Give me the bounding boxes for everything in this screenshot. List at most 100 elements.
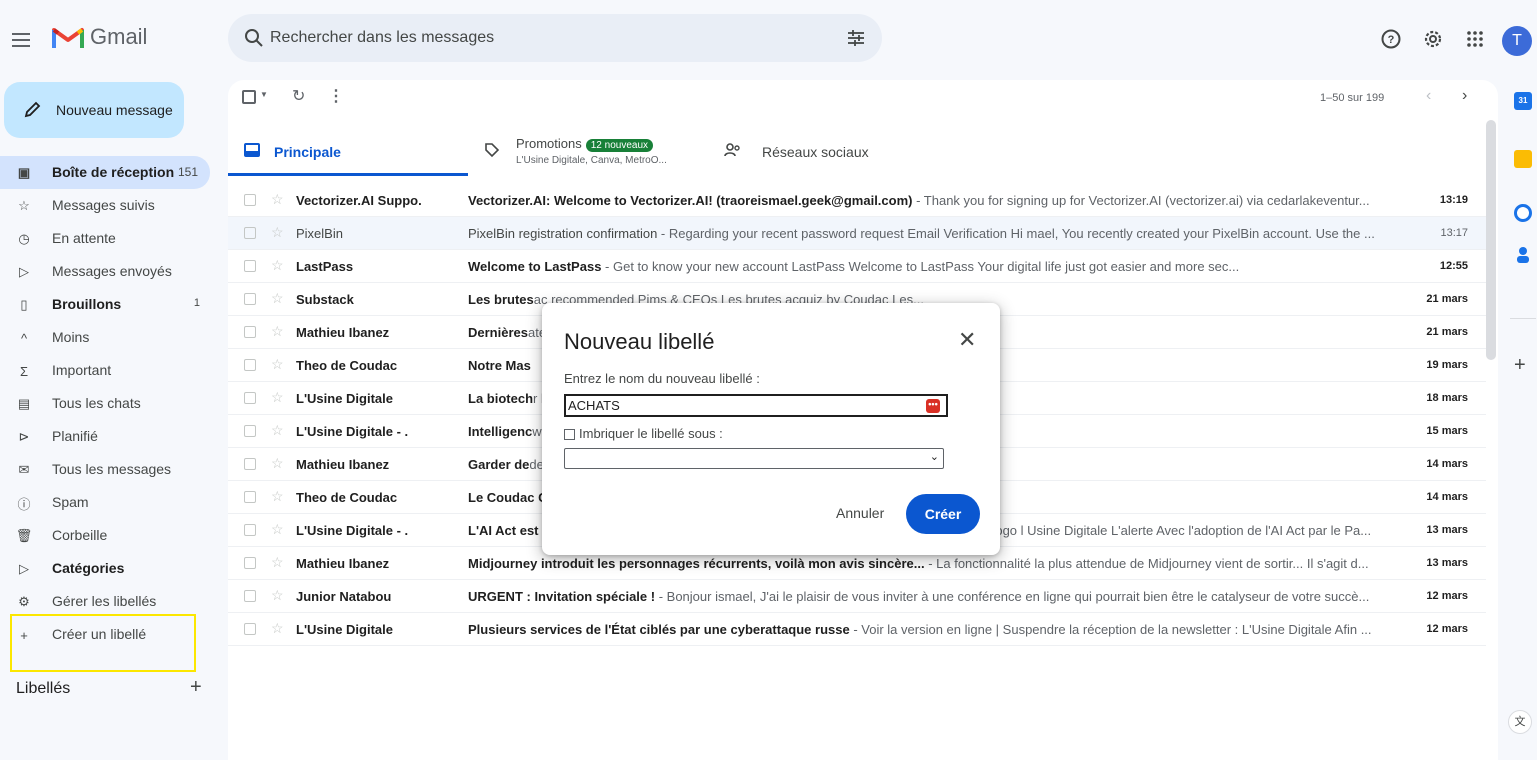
row-checkbox[interactable] bbox=[244, 194, 256, 206]
get-addons-plus-icon[interactable]: + bbox=[1514, 354, 1526, 377]
email-row[interactable]: ☆ Vectorizer.AI Suppo. Vectorizer.AI: Welc… bbox=[228, 184, 1486, 217]
keep-icon[interactable] bbox=[1514, 150, 1532, 168]
account-avatar[interactable]: T bbox=[1502, 26, 1532, 56]
nest-label-checkbox[interactable] bbox=[564, 429, 575, 440]
email-date: 21 mars bbox=[1426, 326, 1468, 338]
sidebar-item-snoozed[interactable]: ◷ En attente bbox=[0, 222, 212, 255]
sidebar-item-scheduled[interactable]: ⊳ Planifié bbox=[0, 420, 212, 453]
star-icon[interactable]: ☆ bbox=[271, 290, 284, 307]
sidebar-item-inbox[interactable]: ▣ Boîte de réception 151 bbox=[0, 156, 210, 189]
star-icon[interactable]: ☆ bbox=[271, 554, 284, 571]
tab-promotions[interactable]: Promotions 12 nouveaux L'Usine Digitale, … bbox=[468, 128, 708, 176]
row-checkbox[interactable] bbox=[244, 392, 256, 404]
star-icon[interactable]: ☆ bbox=[271, 620, 284, 637]
search-bar[interactable]: Rechercher dans les messages bbox=[228, 14, 882, 62]
settings-gear-icon[interactable] bbox=[1422, 28, 1444, 50]
email-date: 12 mars bbox=[1426, 590, 1468, 602]
star-icon[interactable]: ☆ bbox=[271, 455, 284, 472]
more-options-icon[interactable]: ⋮ bbox=[328, 86, 344, 106]
tab-social[interactable]: Réseaux sociaux bbox=[708, 128, 948, 176]
add-label-plus-icon[interactable]: + bbox=[190, 676, 202, 699]
star-icon[interactable]: ☆ bbox=[271, 389, 284, 406]
close-icon[interactable]: ✕ bbox=[958, 327, 976, 353]
apps-grid-icon[interactable] bbox=[1464, 28, 1486, 50]
scrollbar[interactable] bbox=[1486, 120, 1496, 360]
sidebar-item-label: Tous les messages bbox=[52, 461, 172, 477]
row-checkbox[interactable] bbox=[244, 293, 256, 305]
sidebar-item-label: Corbeille bbox=[52, 527, 108, 543]
label-name-input[interactable]: ACHATS ••• bbox=[564, 394, 948, 417]
star-icon[interactable]: ☆ bbox=[271, 191, 284, 208]
gmail-m-icon bbox=[52, 28, 84, 48]
sidebar-nav: ▣ Boîte de réception 151 ☆ Messages suiv… bbox=[0, 156, 212, 651]
email-sender: Theo de Coudac bbox=[296, 490, 398, 505]
star-icon[interactable]: ☆ bbox=[271, 257, 284, 274]
sidebar-item-starred[interactable]: ☆ Messages suivis bbox=[0, 189, 212, 222]
row-checkbox[interactable] bbox=[244, 524, 256, 536]
email-sender: Mathieu Ibanez bbox=[296, 325, 390, 340]
select-all-checkbox[interactable] bbox=[242, 90, 256, 104]
row-checkbox[interactable] bbox=[244, 425, 256, 437]
mail-toolbar: ▼ ↻ ⋮ 1–50 sur 199 ‹ › bbox=[228, 80, 1498, 120]
tasks-icon[interactable] bbox=[1514, 204, 1532, 222]
star-icon[interactable]: ☆ bbox=[271, 422, 284, 439]
row-checkbox[interactable] bbox=[244, 227, 256, 239]
search-options-icon[interactable] bbox=[846, 28, 866, 48]
row-checkbox[interactable] bbox=[244, 260, 256, 272]
sidebar-item-chats[interactable]: ▤ Tous les chats bbox=[0, 387, 212, 420]
new-count-badge: 12 nouveaux bbox=[585, 139, 654, 152]
tab-label: Réseaux sociaux bbox=[762, 144, 869, 160]
row-checkbox[interactable] bbox=[244, 590, 256, 602]
main-menu-icon[interactable] bbox=[12, 28, 34, 52]
refresh-icon[interactable]: ↻ bbox=[292, 86, 305, 106]
sidebar-item-less[interactable]: ^ Moins bbox=[0, 321, 212, 354]
star-icon[interactable]: ☆ bbox=[271, 356, 284, 373]
star-icon[interactable]: ☆ bbox=[271, 488, 284, 505]
chevron-down-icon: ⌄ bbox=[929, 451, 939, 463]
sidebar-item-label: Brouillons bbox=[52, 296, 122, 312]
translate-icon[interactable]: 文 bbox=[1508, 710, 1532, 734]
inbox-icon bbox=[244, 143, 260, 157]
chevron-left-icon[interactable]: ‹ bbox=[1426, 87, 1431, 105]
tab-primary[interactable]: Principale bbox=[228, 128, 468, 176]
search-input[interactable]: Rechercher dans les messages bbox=[270, 29, 494, 47]
star-icon[interactable]: ☆ bbox=[271, 323, 284, 340]
sidebar-item-sent[interactable]: ▷ Messages envoyés bbox=[0, 255, 212, 288]
row-checkbox[interactable] bbox=[244, 326, 256, 338]
compose-label: Nouveau message bbox=[56, 102, 173, 118]
sidebar-item-label: Tous les chats bbox=[52, 395, 141, 411]
email-preview: Welcome to LastPass - Get to know your n… bbox=[468, 259, 1388, 274]
row-checkbox[interactable] bbox=[244, 623, 256, 635]
sidebar-item-all-mail[interactable]: ✉ Tous les messages bbox=[0, 453, 212, 486]
star-icon[interactable]: ☆ bbox=[271, 224, 284, 241]
compose-button[interactable]: Nouveau message bbox=[4, 82, 184, 138]
star-icon[interactable]: ☆ bbox=[271, 587, 284, 604]
row-checkbox[interactable] bbox=[244, 359, 256, 371]
sidebar-item-important[interactable]: Σ Important bbox=[0, 354, 212, 387]
tab-label: Promotions 12 nouveaux bbox=[516, 136, 654, 152]
password-manager-icon[interactable]: ••• bbox=[926, 399, 940, 413]
calendar-icon[interactable]: 31 bbox=[1514, 92, 1532, 110]
email-row[interactable]: ☆ PixelBin PixelBin registration confirmat… bbox=[228, 217, 1486, 250]
cancel-button[interactable]: Annuler bbox=[836, 505, 884, 521]
row-checkbox[interactable] bbox=[244, 458, 256, 470]
row-checkbox[interactable] bbox=[244, 557, 256, 569]
row-checkbox[interactable] bbox=[244, 491, 256, 503]
email-date: 12 mars bbox=[1426, 623, 1468, 635]
sidebar-item-trash[interactable]: 🗑 Corbeille bbox=[0, 519, 212, 552]
sidebar-item-drafts[interactable]: ▯ Brouillons 1 bbox=[0, 288, 212, 321]
email-row[interactable]: ☆ Junior Natabou URGENT : Invitation spéci… bbox=[228, 580, 1486, 613]
sidebar-item-categories[interactable]: ▷ Catégories bbox=[0, 552, 212, 585]
parent-label-select[interactable]: ⌄ bbox=[564, 448, 944, 469]
email-row[interactable]: ☆ LastPass Welcome to LastPass - Get to kn… bbox=[228, 250, 1486, 283]
sidebar-item-spam[interactable]: ⓘ Spam bbox=[0, 486, 212, 519]
email-row[interactable]: ☆ L'Usine Digitale Plusieurs services de l… bbox=[228, 613, 1486, 646]
select-dropdown-icon[interactable]: ▼ bbox=[260, 90, 268, 99]
gmail-logo[interactable]: Gmail bbox=[52, 24, 147, 50]
chevron-right-icon[interactable]: › bbox=[1462, 87, 1467, 105]
create-button[interactable]: Créer bbox=[906, 494, 980, 534]
contacts-icon[interactable] bbox=[1516, 246, 1530, 264]
star-icon[interactable]: ☆ bbox=[271, 521, 284, 538]
search-icon[interactable] bbox=[244, 28, 264, 48]
help-icon[interactable]: ? bbox=[1380, 28, 1402, 50]
